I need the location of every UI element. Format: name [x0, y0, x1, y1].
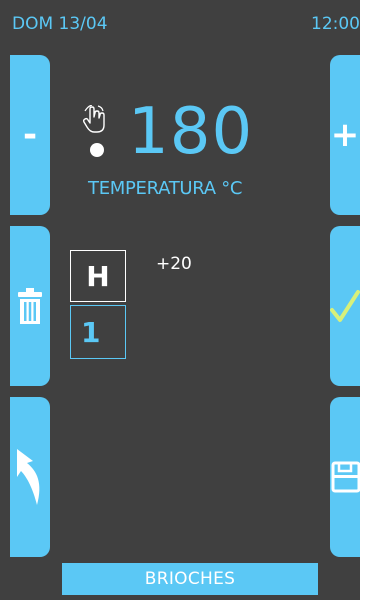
recipe-name: BRIOCHES	[144, 569, 236, 589]
step-box[interactable]: 1	[70, 305, 126, 359]
back-button[interactable]	[10, 397, 50, 557]
increase-button[interactable]: +	[330, 55, 360, 215]
trash-icon	[18, 288, 42, 324]
temperature-value[interactable]: 180	[128, 100, 253, 164]
minus-label: -	[22, 115, 38, 155]
temperature-label: TEMPERATURA °C	[88, 178, 243, 199]
mode-box[interactable]: H	[70, 250, 126, 302]
confirm-button[interactable]	[330, 226, 360, 386]
save-button[interactable]	[330, 397, 360, 557]
checkmark-icon	[330, 290, 360, 322]
date-display: DOM 13/04	[12, 14, 108, 34]
clock-display: 12:00	[311, 14, 360, 34]
plus-label: +	[330, 115, 360, 155]
recipe-name-bar[interactable]: BRIOCHES	[62, 563, 318, 595]
floppy-disk-icon	[331, 461, 360, 493]
back-arrow-icon	[17, 449, 40, 505]
touch-hand-icon	[82, 105, 105, 133]
selection-dot	[90, 143, 104, 157]
delete-button[interactable]	[10, 226, 50, 386]
oven-control-screen: DOM 13/04 12:00 - + 180 TEMPERATURA °C H…	[0, 0, 360, 600]
temperature-offset: +20	[156, 254, 192, 274]
decrease-button[interactable]: -	[10, 55, 50, 215]
